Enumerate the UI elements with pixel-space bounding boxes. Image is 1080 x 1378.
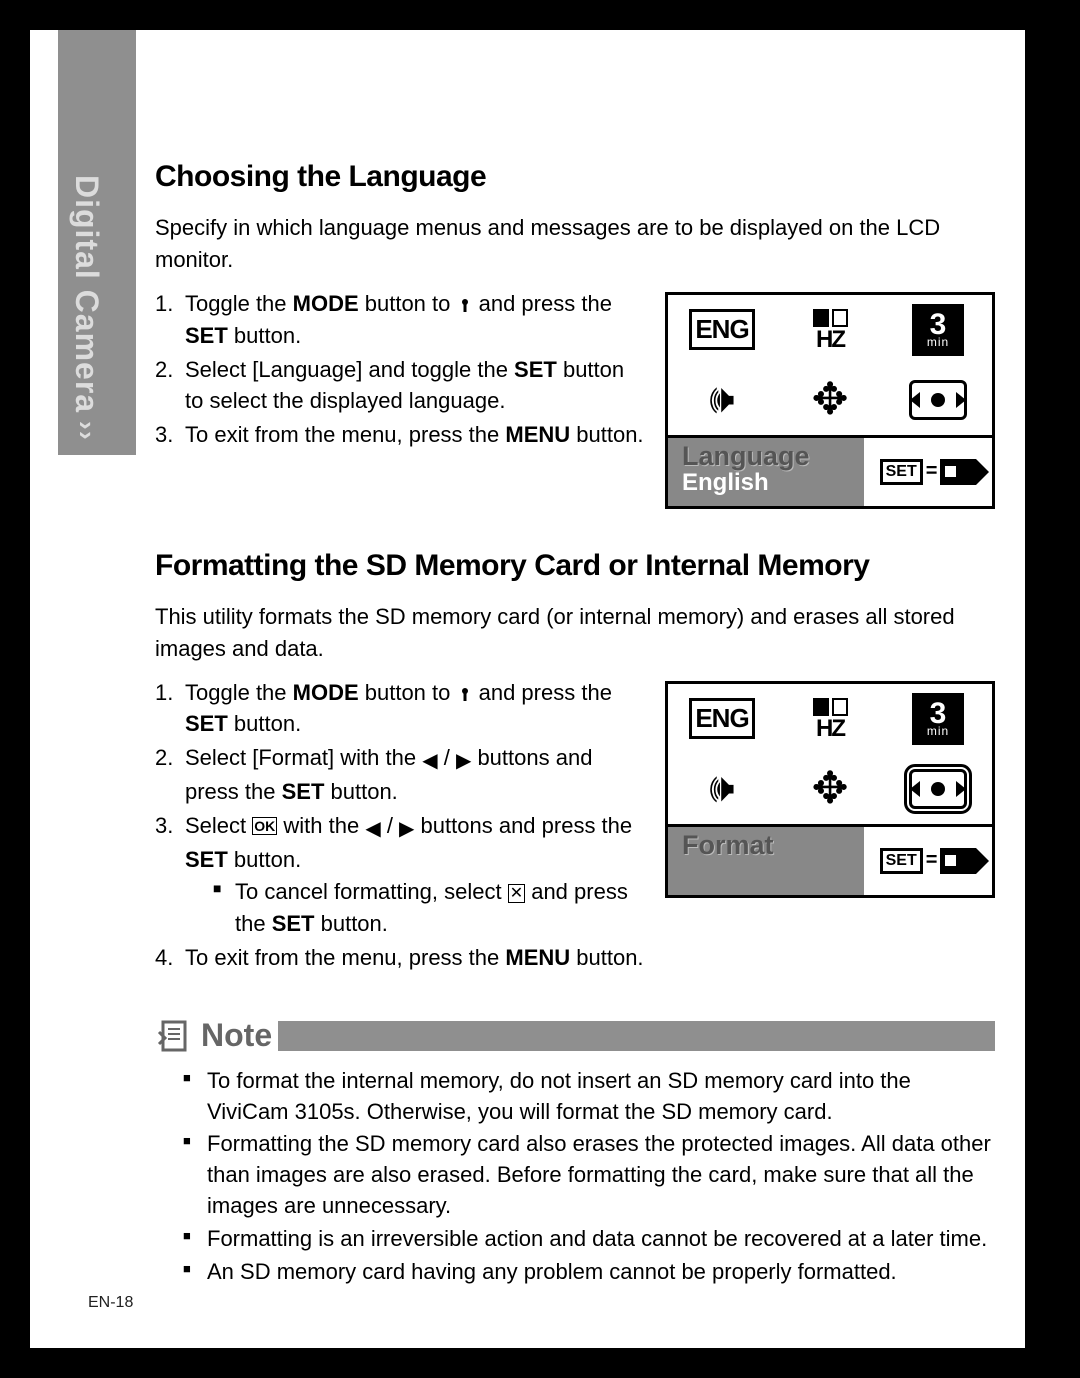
step: Toggle the MODE button to and press the … [155,677,645,741]
speaker-icon: 🕪 [709,377,734,422]
section1-steps: Toggle the MODE button to and press the … [155,288,645,453]
chevron-right-icon: › [72,431,102,441]
set-icon: SET [880,848,923,874]
gear-icon: ✥ [812,374,849,425]
note-item: An SD memory card having any problem can… [183,1257,995,1288]
arrow-right-icon [940,459,976,485]
manual-page: Digital Camera ›› Choosing the Language … [0,0,1080,1378]
set-icon: SET [880,459,923,485]
ok-icon: OK [252,817,277,835]
step: Select OK with the ◀ / ▶ buttons and pre… [155,810,645,940]
min-icon: 3min [912,693,964,745]
focus-icon [909,769,967,809]
page-number: EN-18 [88,1294,133,1312]
hz-icon: HZ [813,309,848,351]
triangle-left-icon: ◀ [422,747,437,776]
section2-intro: This utility formats the SD memory card … [155,601,995,665]
sidebar-label: Digital Camera ›› [68,175,105,442]
note-item: Formatting is an irreversible action and… [183,1224,995,1255]
sidebar-label-text: Digital Camera [69,175,105,413]
lcd-label-area: Language English [668,438,864,506]
lcd-set: SET = [864,827,992,895]
arrow-right-icon [940,848,976,874]
lcd-title: Language [682,442,850,470]
min-icon: 3min [912,304,964,356]
note-label: Note [195,1017,278,1054]
step: To exit from the menu, press the MENU bu… [155,942,645,974]
gear-icon: ✥ [812,763,849,814]
section2-steps: Toggle the MODE button to and press the … [155,677,645,976]
note-bar [278,1021,995,1051]
note-header: Note [155,1016,995,1056]
section1-intro: Specify in which language menus and mess… [155,212,995,276]
content-area: Digital Camera ›› Choosing the Language … [30,30,1025,1348]
cancel-icon: ✕ [508,884,525,903]
sub-step: To cancel formatting, select ✕ and press… [213,876,645,940]
lcd-label-area: Format [668,827,864,895]
hz-icon: HZ [813,698,848,740]
triangle-right-icon: ▶ [399,815,414,844]
lcd-screen-format: ENG HZ 3min 🕪 ✥ Format SET = [665,681,995,898]
lcd-set: SET = [864,438,992,506]
section1-columns: Toggle the MODE button to and press the … [155,288,995,509]
eng-icon: ENG [689,698,754,739]
tool-icon [457,680,473,705]
triangle-right-icon: ▶ [456,747,471,776]
step: Select [Language] and toggle the SET but… [155,354,645,418]
note-item: To format the internal memory, do not in… [183,1066,995,1128]
section-heading-language: Choosing the Language [155,160,995,194]
note-icon [155,1016,195,1056]
eng-icon: ENG [689,309,754,350]
chevron-right-icon: › [72,421,102,431]
step: Toggle the MODE button to and press the … [155,288,645,352]
lcd-value: English [682,470,850,495]
focus-icon [909,380,967,420]
tool-icon [457,291,473,316]
section2-columns: Toggle the MODE button to and press the … [155,677,995,976]
speaker-icon: 🕪 [709,766,734,811]
lcd-screen-language: ENG HZ 3min 🕪 ✥ Language English SET = [665,292,995,509]
sidebar: Digital Camera ›› [58,30,136,1348]
step: Select [Format] with the ◀ / ▶ buttons a… [155,742,645,808]
lcd-title: Format [682,831,850,859]
note-item: Formatting the SD memory card also erase… [183,1129,995,1221]
triangle-left-icon: ◀ [365,815,380,844]
note-list: To format the internal memory, do not in… [155,1066,995,1288]
step: To exit from the menu, press the MENU bu… [155,419,645,451]
section-heading-format: Formatting the SD Memory Card or Interna… [155,549,995,583]
